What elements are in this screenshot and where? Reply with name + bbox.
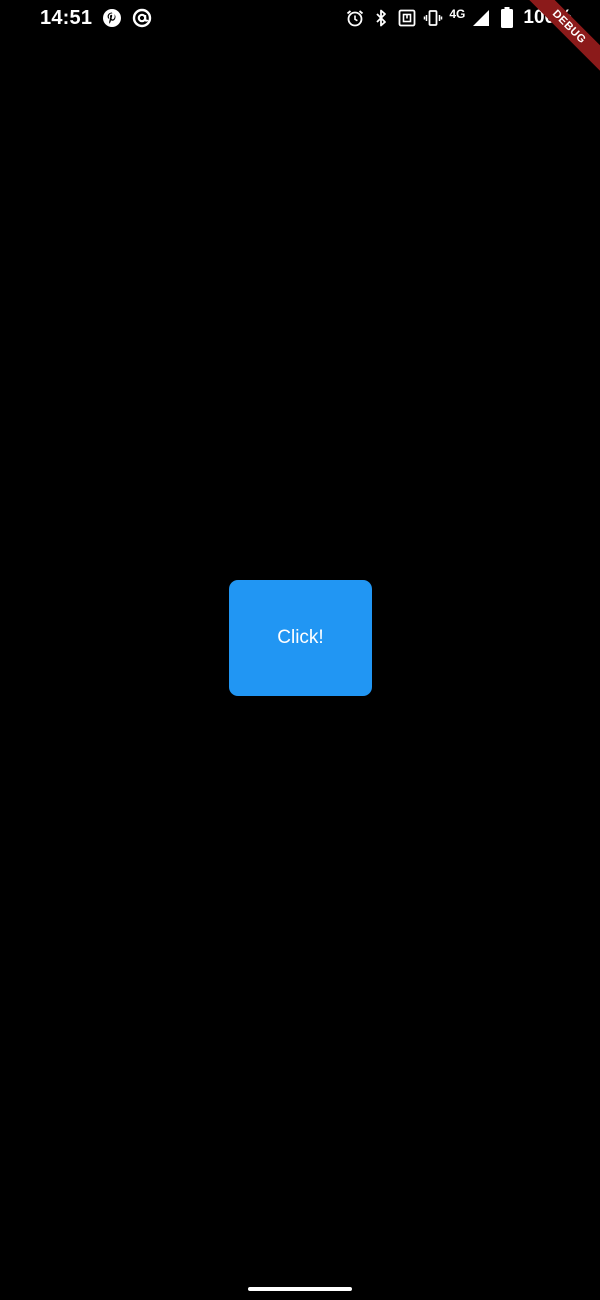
vibrate-icon (423, 8, 443, 28)
status-right: 4G 100% (345, 5, 572, 31)
status-left: 14:51 (40, 5, 152, 31)
at-sign-icon (132, 8, 152, 28)
alarm-icon (345, 8, 365, 28)
signal-icon (471, 8, 491, 28)
nfc-icon (397, 8, 417, 28)
status-bar: 14:51 4G 100% (0, 0, 600, 36)
network-type-label: 4G (449, 7, 466, 21)
battery-icon (497, 7, 517, 28)
pinterest-icon (102, 8, 122, 28)
home-indicator[interactable] (248, 1287, 352, 1291)
bluetooth-icon (371, 8, 391, 28)
battery-percentage: 100% (523, 7, 572, 28)
status-time: 14:51 (40, 7, 93, 29)
click-button[interactable]: Click! (229, 580, 372, 696)
